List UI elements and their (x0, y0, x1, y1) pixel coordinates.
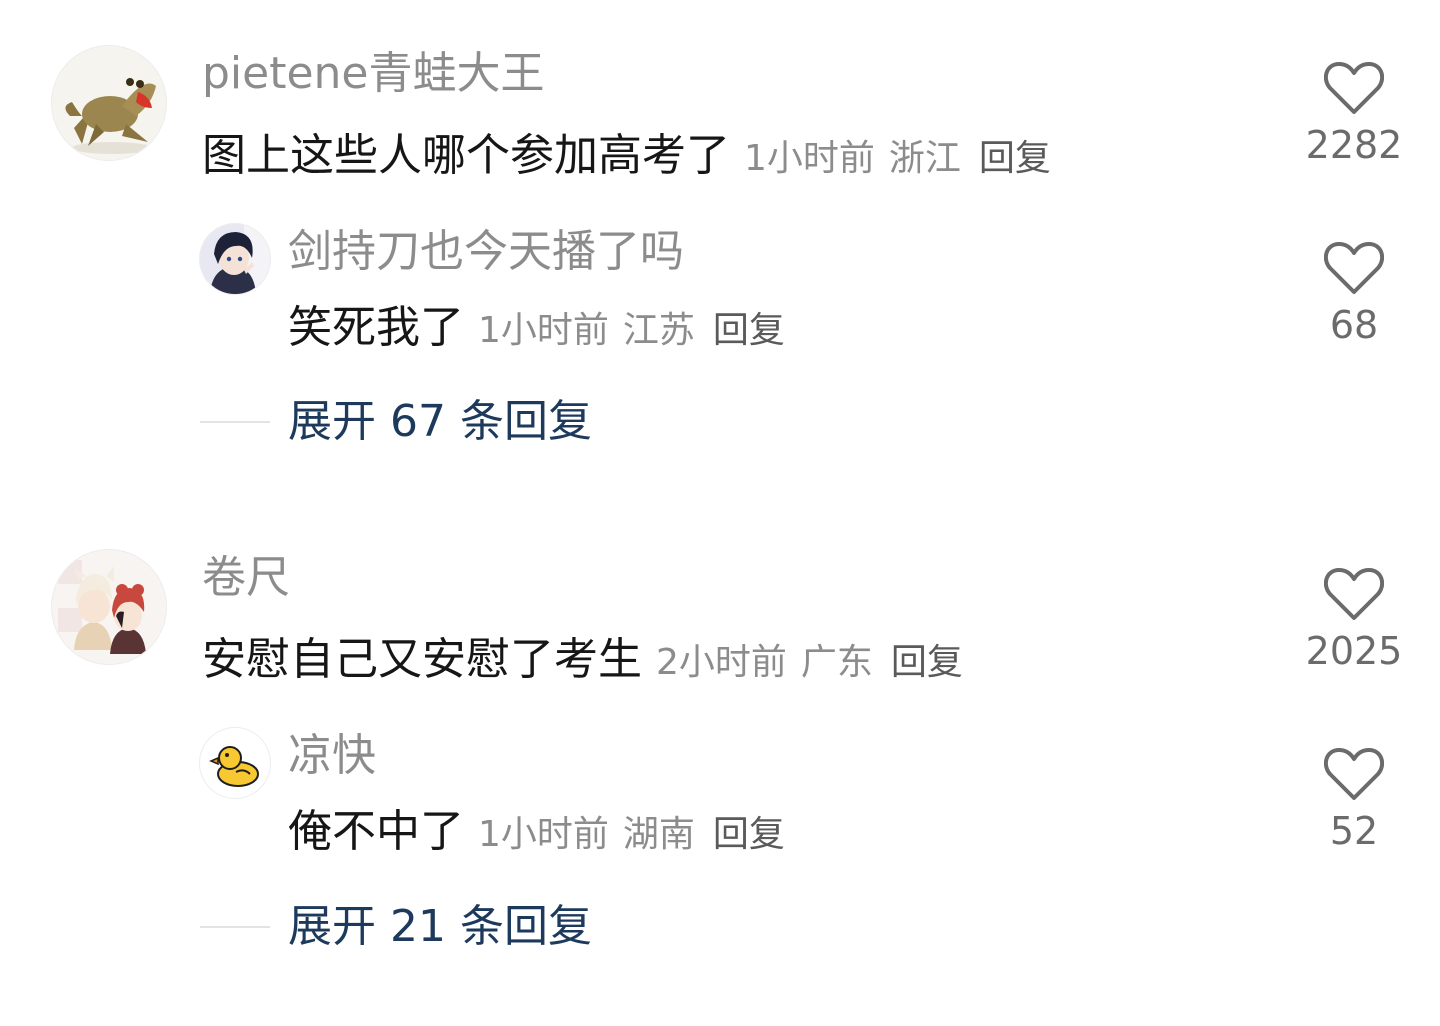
like-control: 2282 (1294, 60, 1414, 164)
like-control: 52 (1294, 746, 1414, 850)
reply-button[interactable]: 回复 (891, 642, 963, 683)
anime-couple-avatar[interactable] (52, 550, 166, 664)
expand-replies-label: 展开 21 条回复 (288, 901, 592, 952)
like-count: 2025 (1305, 629, 1403, 673)
like-control: 68 (1294, 240, 1414, 344)
reply-location: 江苏 (622, 310, 695, 351)
comment-username[interactable]: 卷尺 (202, 556, 290, 600)
expand-replies-label: 展开 67 条回复 (288, 396, 592, 447)
reply-location: 湖南 (622, 814, 695, 855)
comment-body: 安慰自己又安慰了考生 2小时前 广东 回复 (202, 638, 963, 682)
heart-icon[interactable] (1324, 566, 1384, 622)
reply-body: 笑死我了 1小时前 江苏 回复 (288, 306, 785, 350)
like-count: 2282 (1305, 123, 1403, 167)
reply-username[interactable]: 剑持刀也今天播了吗 (288, 230, 684, 274)
reply-username[interactable]: 凉快 (288, 734, 376, 778)
reply-time: 1小时前 (478, 310, 609, 351)
frog-avatar[interactable] (52, 46, 166, 160)
heart-icon[interactable] (1324, 60, 1384, 116)
comment-location: 浙江 (888, 138, 961, 179)
reply-text: 俺不中了 (288, 806, 464, 857)
heart-icon[interactable] (1324, 746, 1384, 802)
comment-text: 图上这些人哪个参加高考了 (202, 130, 730, 181)
comment-location: 广东 (800, 642, 873, 683)
reply-button[interactable]: 回复 (713, 814, 785, 855)
reply-text: 笑死我了 (288, 302, 464, 353)
reply-body: 俺不中了 1小时前 湖南 回复 (288, 810, 785, 854)
reply-time: 1小时前 (478, 814, 609, 855)
comment-time: 1小时前 (744, 138, 875, 179)
comment-text: 安慰自己又安慰了考生 (202, 634, 642, 685)
divider (200, 421, 270, 423)
comment-body: 图上这些人哪个参加高考了 1小时前 浙江 回复 (202, 134, 1051, 178)
comment-time: 2小时前 (656, 642, 787, 683)
reply-button[interactable]: 回复 (979, 138, 1051, 179)
expand-replies-button[interactable]: 展开 67 条回复 (200, 400, 592, 444)
rubber-duck-avatar[interactable] (200, 728, 270, 798)
expand-replies-button[interactable]: 展开 21 条回复 (200, 905, 592, 949)
comment-username[interactable]: pietene青蛙大王 (202, 52, 545, 96)
reply-button[interactable]: 回复 (713, 310, 785, 351)
like-count: 52 (1329, 809, 1379, 853)
divider (200, 926, 270, 928)
anime-boy-icon (200, 224, 270, 294)
anime-couple-icon (52, 550, 166, 664)
heart-icon[interactable] (1324, 240, 1384, 296)
frog-icon (52, 46, 166, 160)
rubber-duck-icon (200, 728, 270, 798)
anime-boy-avatar[interactable] (200, 224, 270, 294)
like-control: 2025 (1294, 566, 1414, 670)
like-count: 68 (1329, 303, 1379, 347)
